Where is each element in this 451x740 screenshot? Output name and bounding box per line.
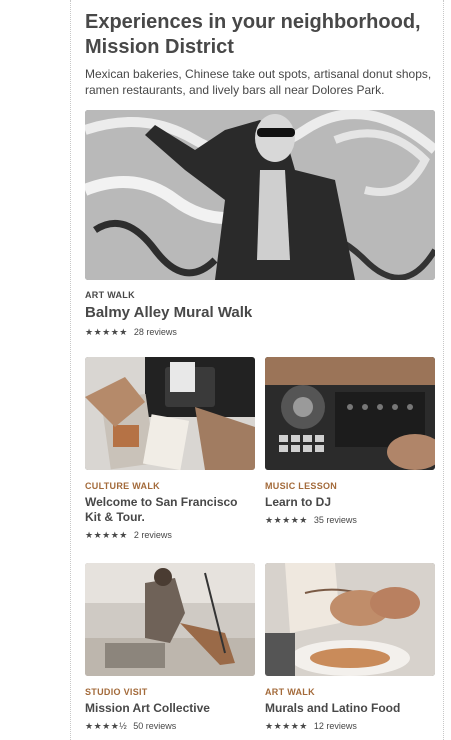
experience-photo bbox=[85, 357, 255, 470]
experience-photo bbox=[85, 563, 255, 676]
star-rating-icon: ★★★★★ bbox=[85, 530, 128, 540]
experience-rating: ★★★★★ 2 reviews bbox=[85, 529, 255, 541]
neighborhood-section: Experiences in your neighborhood, Missio… bbox=[85, 10, 435, 732]
section-title: Experiences in your neighborhood, Missio… bbox=[85, 11, 421, 58]
experience-card[interactable]: ART WALK Murals and Latino Food ★★★★★ 12… bbox=[265, 563, 435, 732]
experience-category: MUSIC LESSON bbox=[265, 481, 338, 491]
experience-card[interactable]: STUDIO VISIT Mission Art Collective ★★★★… bbox=[85, 563, 255, 732]
section-subtitle: Mexican bakeries, Chinese take out spots… bbox=[85, 67, 432, 97]
experience-reviews: 12 reviews bbox=[313, 721, 357, 731]
experience-name: Learn to DJ bbox=[265, 495, 332, 509]
experience-name: Mission Art Collective bbox=[85, 701, 210, 715]
experience-card[interactable]: MUSIC LESSON Learn to DJ ★★★★★ 35 review… bbox=[265, 357, 435, 541]
experience-rating: ★★★★★ 35 reviews bbox=[265, 514, 435, 526]
experience-grid: CULTURE WALK Welcome to San Francisco Ki… bbox=[85, 357, 435, 541]
featured-experience-reviews: 28 reviews bbox=[133, 327, 177, 337]
experience-rating: ★★★★½ 50 reviews bbox=[85, 720, 255, 732]
experience-grid: STUDIO VISIT Mission Art Collective ★★★★… bbox=[85, 563, 435, 732]
experience-reviews: 50 reviews bbox=[133, 721, 177, 731]
featured-experience-card[interactable]: ART WALK Balmy Alley Mural Walk ★★★★★ 28… bbox=[85, 110, 435, 338]
experience-photo bbox=[265, 357, 435, 470]
experience-name: Welcome to San Francisco Kit & Tour. bbox=[85, 495, 238, 524]
experience-category: ART WALK bbox=[265, 687, 315, 697]
experience-name: Murals and Latino Food bbox=[265, 701, 401, 715]
experience-card[interactable]: CULTURE WALK Welcome to San Francisco Ki… bbox=[85, 357, 255, 541]
featured-experience-rating: ★★★★★ 28 reviews bbox=[85, 326, 435, 338]
featured-experience-category: ART WALK bbox=[85, 290, 135, 300]
experience-reviews: 2 reviews bbox=[133, 530, 172, 540]
experience-photo bbox=[265, 563, 435, 676]
star-rating-icon: ★★★★½ bbox=[85, 721, 128, 731]
star-rating-icon: ★★★★★ bbox=[265, 515, 308, 525]
experience-category: STUDIO VISIT bbox=[85, 687, 148, 697]
experience-reviews: 35 reviews bbox=[313, 515, 357, 525]
featured-experience-photo bbox=[85, 110, 435, 280]
star-rating-icon: ★★★★★ bbox=[85, 327, 128, 337]
experience-rating: ★★★★★ 12 reviews bbox=[265, 720, 435, 732]
featured-experience-name: Balmy Alley Mural Walk bbox=[85, 304, 253, 321]
star-rating-icon: ★★★★★ bbox=[265, 721, 308, 731]
experience-category: CULTURE WALK bbox=[85, 481, 160, 491]
